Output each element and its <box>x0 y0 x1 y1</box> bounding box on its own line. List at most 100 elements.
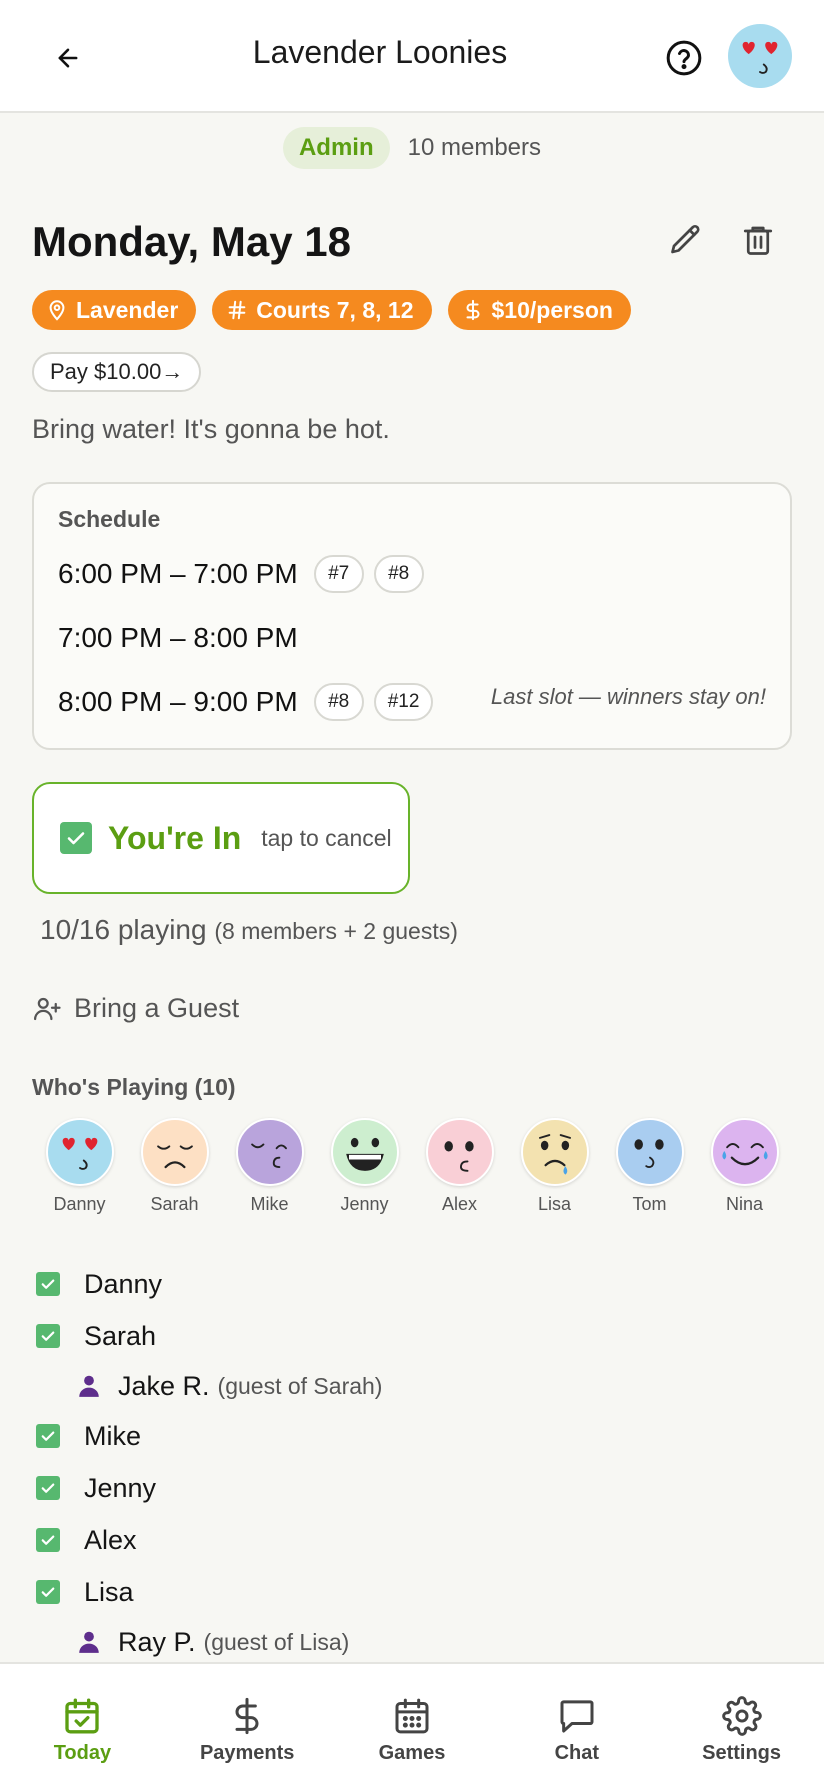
guest-list-item[interactable]: Jake R. (guest of Sarah) <box>36 1362 796 1410</box>
edit-session-button[interactable] <box>668 222 708 262</box>
bring-guest-label: Bring a Guest <box>74 993 240 1023</box>
tab-games[interactable]: Games <box>330 1664 495 1792</box>
sleepy-face-icon <box>235 1118 304 1186</box>
whos-playing-heading: Who's Playing (10) <box>32 1074 236 1100</box>
tab-label: Payments <box>199 1742 295 1764</box>
player-name: Mike <box>84 1420 142 1451</box>
courts-label: Courts 7, 8, 12 <box>256 296 414 323</box>
tab-chat[interactable]: Chat <box>494 1664 659 1792</box>
schedule-slot: 8:00 PM – 9:00 PM #8 #12 <box>58 682 434 722</box>
guest-list-item[interactable]: Ray P. (guest of Lisa) <box>36 1618 796 1666</box>
player-name: Danny <box>84 1268 163 1299</box>
session-note: Bring water! It's gonna be hot. <box>32 414 390 444</box>
tab-today[interactable]: Today <box>0 1664 165 1792</box>
court-tag: #8 <box>313 683 364 721</box>
checkbox-checked-icon <box>36 1476 60 1500</box>
court-tag: #8 <box>373 555 424 593</box>
list-item[interactable]: Lisa <box>36 1566 796 1618</box>
player-name: Jenny <box>84 1472 157 1503</box>
grin-face-icon <box>330 1118 399 1186</box>
player-avatar-lisa[interactable]: Lisa <box>507 1118 602 1215</box>
slot-time: 7:00 PM – 8:00 PM <box>58 622 298 653</box>
list-item[interactable]: Sarah <box>36 1310 796 1362</box>
playing-count: 10/16 playing (8 members + 2 guests) <box>40 914 458 946</box>
bottom-tab-bar: Today Payments Games Chat Settings <box>0 1662 824 1792</box>
dollar-icon <box>465 299 479 321</box>
price-chip[interactable]: $10/person <box>447 290 631 330</box>
avatar-name: Sarah <box>150 1194 199 1214</box>
player-avatar-alex[interactable]: Alex <box>412 1118 507 1215</box>
user-plus-icon <box>34 997 61 1020</box>
player-name: Sarah <box>84 1320 157 1351</box>
list-item[interactable]: Alex <box>36 1514 796 1566</box>
list-item[interactable]: Jenny <box>36 1462 796 1514</box>
location-label: Lavender <box>76 296 179 323</box>
calendar-grid-icon <box>395 1698 429 1734</box>
guest-note: (guest of Sarah) <box>217 1372 383 1399</box>
checkbox-checked-icon <box>36 1272 60 1296</box>
avatar-name: Nina <box>725 1194 764 1214</box>
player-roster: Danny Sarah Jake R. (guest of Sarah) Mik… <box>36 1258 796 1666</box>
last-slot-note: Last slot — winners stay on! <box>490 684 766 709</box>
playing-count-value: 10/16 playing <box>40 914 207 945</box>
courts-chip[interactable]: Courts 7, 8, 12 <box>212 290 432 330</box>
guest-note: (guest of Lisa) <box>203 1628 350 1655</box>
player-avatar-jenny[interactable]: Jenny <box>317 1118 412 1215</box>
player-avatar-sarah[interactable]: Sarah <box>127 1118 222 1215</box>
heart-eyes-face-icon <box>45 1118 114 1186</box>
player-avatar-nina[interactable]: Nina <box>697 1118 792 1215</box>
player-avatars: Danny Sarah Mike Jenny Alex Lisa Tom Nin… <box>32 1118 792 1215</box>
location-chip[interactable]: Lavender <box>32 290 197 330</box>
avatar-name: Mike <box>250 1194 289 1214</box>
playing-breakdown: (8 members + 2 guests) <box>214 918 458 944</box>
rsvp-status: You're In <box>108 819 242 856</box>
guest-name: Jake R. <box>118 1370 210 1401</box>
hash-icon <box>228 300 246 320</box>
map-pin-icon <box>49 300 65 321</box>
pencil-icon <box>671 224 700 254</box>
avatar-name: Jenny <box>340 1194 389 1214</box>
tab-label: Games <box>378 1742 446 1764</box>
rsvp-toggle-button[interactable]: You're In tap to cancel <box>32 782 410 894</box>
person-icon <box>79 1375 99 1397</box>
tears-of-joy-face-icon <box>710 1118 779 1186</box>
guest-name: Ray P. <box>118 1626 196 1657</box>
trash-icon <box>743 226 773 255</box>
admin-badge: Admin <box>282 127 390 169</box>
player-name: Alex <box>84 1524 137 1555</box>
sad-face-icon <box>140 1118 209 1186</box>
pay-button[interactable]: Pay $10.00→ <box>32 352 202 392</box>
person-icon <box>79 1631 99 1653</box>
dollar-icon <box>235 1697 259 1735</box>
crying-face-icon <box>520 1118 589 1186</box>
list-item[interactable]: Mike <box>36 1410 796 1462</box>
checkbox-checked-icon <box>36 1528 60 1552</box>
member-count[interactable]: 10 members <box>408 134 541 162</box>
tab-settings[interactable]: Settings <box>659 1664 824 1792</box>
player-avatar-tom[interactable]: Tom <box>602 1118 697 1215</box>
chat-bubble-icon <box>560 1700 594 1733</box>
bring-guest-button[interactable]: Bring a Guest <box>32 993 239 1024</box>
schedule-slot: 7:00 PM – 8:00 PM <box>58 618 304 658</box>
calendar-check-icon <box>65 1698 100 1734</box>
schedule-label: Schedule <box>58 506 161 532</box>
checkbox-checked-icon <box>36 1580 60 1604</box>
app-header: Lavender Loonies <box>0 0 824 113</box>
checkbox-checked-icon <box>36 1324 60 1348</box>
tab-label: Settings <box>702 1742 782 1764</box>
help-button[interactable] <box>664 38 704 78</box>
profile-avatar[interactable] <box>728 24 792 88</box>
checkbox-checked-icon <box>60 822 92 854</box>
delete-session-button[interactable] <box>740 222 780 262</box>
court-tag: #7 <box>313 555 364 593</box>
group-info-row: Admin 10 members <box>0 127 824 169</box>
price-label: $10/person <box>491 296 613 323</box>
neutral-face-icon <box>615 1118 684 1186</box>
avatar-name: Lisa <box>537 1194 572 1214</box>
player-avatar-mike[interactable]: Mike <box>222 1118 317 1215</box>
tab-payments[interactable]: Payments <box>165 1664 330 1792</box>
list-item[interactable]: Danny <box>36 1258 796 1310</box>
player-avatar-danny[interactable]: Danny <box>32 1118 127 1215</box>
gear-icon <box>721 1696 762 1736</box>
help-circle-icon <box>666 40 702 76</box>
